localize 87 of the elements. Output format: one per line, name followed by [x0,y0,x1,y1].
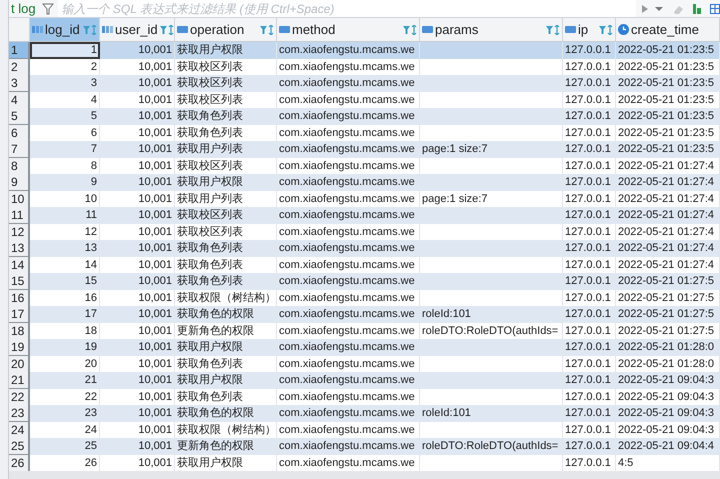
column-header[interactable]: params [420,18,563,41]
column-label: ip [578,20,590,39]
text-type-icon [422,26,433,33]
row-number: 5 [9,108,30,125]
row-number: 2 [9,58,30,76]
table-row[interactable]: 17 17 10,001 获取角色的权限 com.xiaofengstu.mcams.we roleId:101 127.0.0.1 2022-05-21 01:27:5 [9,306,720,322]
table-row[interactable]: 24 24 10,001 获取权限（树结构） com.xiaofengstu.mcams.we 127.0.0.1 2022-05-21 09:04:3 [9,422,720,438]
table-cell: 1 [30,42,100,59]
table-row[interactable]: 13 13 10,001 获取角色列表 com.xiaofengstu.mcams.we 127.0.0.1 2022-05-21 01:27:4 [9,240,720,256]
filter-sort-icon[interactable] [599,24,613,34]
play-icon[interactable] [640,4,650,14]
table-row[interactable]: 21 21 10,001 获取用户权限 com.xiaofengstu.mcams.we 127.0.0.1 2022-05-21 09:04:3 [9,372,720,388]
row-number: 20 [9,356,30,372]
table-row[interactable]: 1 1 10,001 获取用户权限 com.xiaofengstu.mcams.we 127.0.0.1 2022-05-21 01:23:5 [9,42,720,58]
row-number: 4 [9,92,30,108]
text-type-icon [565,26,576,33]
column-icon[interactable] [692,2,702,14]
row-number: 15 [9,273,30,290]
row-number: 14 [9,256,30,274]
row-number: 21 [9,372,30,389]
table-row[interactable]: 22 22 10,001 获取角色列表 com.xiaofengstu.mcams.we 127.0.0.1 2022-05-21 09:04:3 [9,388,720,405]
row-number: 18 [9,322,30,340]
filter-sort-icon[interactable] [546,24,560,34]
horizontal-scrollbar[interactable] [9,471,720,479]
number-type-icon [32,25,43,34]
table-row[interactable]: 20 20 10,001 获取角色列表 com.xiaofengstu.mcams.we 127.0.0.1 2022-05-21 01:28:0 [9,356,720,372]
table-row[interactable]: 7 7 10,001 获取用户列表 com.xiaofengstu.mcams.we page:1 size:7 127.0.0.1 2022-05-21 01:23:5 [9,141,720,158]
table-row[interactable]: 14 14 10,001 获取角色列表 com.xiaofengstu.mcams.we 127.0.0.1 2022-05-21 01:27:4 [9,256,720,273]
column-label: method [292,20,336,39]
row-number: 26 [9,454,30,472]
table-row[interactable]: 3 3 10,001 获取校区列表 com.xiaofengstu.mcams.we 127.0.0.1 2022-05-21 01:23:5 [9,75,720,92]
table-row[interactable]: 5 5 10,001 获取角色列表 com.xiaofengstu.mcams.we 127.0.0.1 2022-05-21 01:23:5 [9,108,720,124]
row-number: 17 [9,306,30,323]
row-number: 10 [9,190,30,208]
text-type-icon [279,26,290,33]
column-header[interactable]: ip [563,18,616,41]
filter-field[interactable]: 输入一个 SQL 表达式来过滤结果 (使用 Ctrl+Space) [58,0,636,17]
column-header[interactable]: operation [175,18,277,41]
table-row[interactable]: 6 6 10,001 获取角色列表 com.xiaofengstu.mcams.we 127.0.0.1 2022-05-21 01:23:5 [9,124,720,141]
row-number: 22 [9,388,30,406]
number-type-icon [102,25,113,34]
column-header[interactable]: user_id [100,18,175,41]
table-row[interactable]: 12 12 10,001 获取校区列表 com.xiaofengstu.mcams.we 127.0.0.1 2022-05-21 01:27:4 [9,224,720,240]
table-row[interactable]: 18 18 10,001 更新角色的权限 com.xiaofengstu.mcams.we roleDTO:RoleDTO(authIds= 127.0.0.1 2022-05-21 01:27:5 [9,322,720,339]
row-number: 1 [9,42,30,59]
column-header[interactable]: create_time [616,18,720,41]
table-row[interactable]: 23 23 10,001 获取角色的权限 com.xiaofengstu.mcams.we roleId:101 127.0.0.1 2022-05-21 09:04:3 [9,405,720,422]
row-number: 16 [9,290,30,306]
filter-sort-icon[interactable] [260,24,274,34]
table-tab[interactable]: t log [9,2,38,15]
table-row[interactable]: 25 25 10,001 更新角色的权限 com.xiaofengstu.mcams.we roleDTO:RoleDTO(authIds= 127.0.0.1 2022-05-21 09:04:4 [9,438,720,454]
column-label: params [435,20,480,39]
row-number: 19 [9,339,30,356]
table-row[interactable]: 19 19 10,001 获取用户权限 com.xiaofengstu.mcams.we 127.0.0.1 2022-05-21 01:28:0 [9,339,720,356]
filter-icon[interactable] [42,2,54,14]
row-number: 11 [9,207,30,224]
row-number: 3 [9,75,30,92]
row-number: 9 [9,174,30,191]
table-row[interactable]: 4 4 10,001 获取校区列表 com.xiaofengstu.mcams.we 127.0.0.1 2022-05-21 01:23:5 [9,92,720,108]
row-number: 7 [9,141,30,158]
column-label: log_id [45,20,81,39]
table-row[interactable]: 2 2 10,001 获取校区列表 com.xiaofengstu.mcams.we 127.0.0.1 2022-05-21 01:23:5 [9,58,720,75]
column-header[interactable]: method [277,18,420,41]
filter-sort-icon[interactable] [83,24,97,34]
row-number: 8 [9,158,30,174]
filter-sort-icon[interactable] [160,24,174,34]
row-number: 24 [9,422,30,438]
table-row[interactable]: 11 11 10,001 获取校区列表 com.xiaofengstu.mcams.we 127.0.0.1 2022-05-21 01:27:4 [9,207,720,224]
text-type-icon [177,26,188,33]
table-row[interactable]: 15 15 10,001 获取角色列表 com.xiaofengstu.mcams.we 127.0.0.1 2022-05-21 01:27:5 [9,273,720,290]
clock-icon [618,24,629,35]
table-row[interactable]: 26 26 10,001 获取用户权限 com.xiaofengstu.mcams.we 127.0.0.1 4:5 [9,454,720,471]
column-label: create_time [631,20,700,39]
row-number: 23 [9,405,30,422]
row-number: 6 [9,124,30,142]
table-row[interactable]: 10 10 10,001 获取用户列表 com.xiaofengstu.mcams.we page:1 size:7 127.0.0.1 2022-05-21 01:27:4 [9,190,720,207]
row-number: 25 [9,438,30,455]
grid-icon[interactable] [710,2,720,14]
column-label: user_id [115,20,158,39]
table-row[interactable]: 9 9 10,001 获取用户权限 com.xiaofengstu.mcams.we 127.0.0.1 2022-05-21 01:27:4 [9,174,720,190]
row-number: 13 [9,240,30,257]
table-row[interactable]: 8 8 10,001 获取校区列表 com.xiaofengstu.mcams.we 127.0.0.1 2022-05-21 01:27:4 [9,158,720,174]
row-number: 12 [9,224,30,240]
column-header[interactable]: log_id [30,18,100,41]
filter-sort-icon[interactable] [403,24,417,34]
column-label: operation [190,20,246,39]
table-row[interactable]: 16 16 10,001 获取权限（树结构） com.xiaofengstu.mcams.we 127.0.0.1 2022-05-21 01:27:5 [9,290,720,306]
